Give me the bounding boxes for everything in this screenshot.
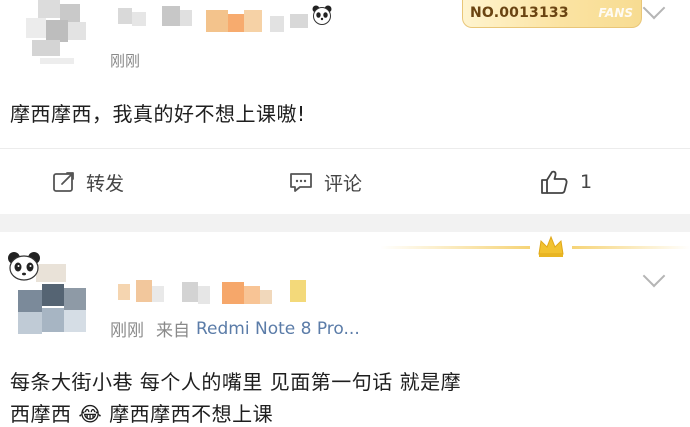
- repost-button[interactable]: 转发: [52, 167, 124, 197]
- avatar[interactable]: [18, 0, 98, 70]
- post-time: 刚刚: [110, 321, 144, 341]
- crown-ribbon-right: [572, 246, 690, 249]
- badge-number: NO.0013133: [470, 5, 569, 21]
- repost-label: 转发: [86, 172, 125, 195]
- fans-badge[interactable]: NO.0013133 FANS: [462, 0, 642, 28]
- post-content-line1: 每条大街小巷 每个人的嘴里 见面第一句话 就是摩: [10, 370, 462, 394]
- panda-icon: [8, 252, 40, 281]
- comment-icon: [290, 173, 312, 192]
- like-button[interactable]: 1: [540, 167, 592, 197]
- chevron-down-icon[interactable]: [642, 0, 666, 20]
- source-label: 来自: [156, 321, 190, 341]
- username-obscured[interactable]: [118, 278, 328, 314]
- source-device-link[interactable]: Redmi Note 8 Pro...: [196, 319, 360, 339]
- post-time: 刚刚: [110, 52, 141, 70]
- post-meta: 刚刚 来自 Redmi Note 8 Pro...: [110, 316, 360, 342]
- crown-ribbon-left: [380, 246, 530, 249]
- comment-label: 评论: [324, 172, 363, 195]
- crown-icon: [538, 235, 564, 257]
- like-icon: [541, 170, 568, 194]
- action-bar: 转发 评论 1: [0, 148, 690, 215]
- badge-label: FANS: [598, 6, 633, 20]
- comment-button[interactable]: 评论: [288, 167, 362, 197]
- post-content: 摩西摩西，我真的好不想上课嗷!: [10, 102, 306, 126]
- like-count: 1: [580, 171, 593, 193]
- repost-icon: [53, 172, 74, 192]
- feed-separator: [0, 214, 690, 232]
- panda-icon: [312, 5, 332, 25]
- username-obscured[interactable]: [118, 4, 338, 44]
- post-card-1: NO.0013133 FANS 刚刚 摩西摩西，我真的好不想上课嗷! 转发 评论: [0, 0, 690, 214]
